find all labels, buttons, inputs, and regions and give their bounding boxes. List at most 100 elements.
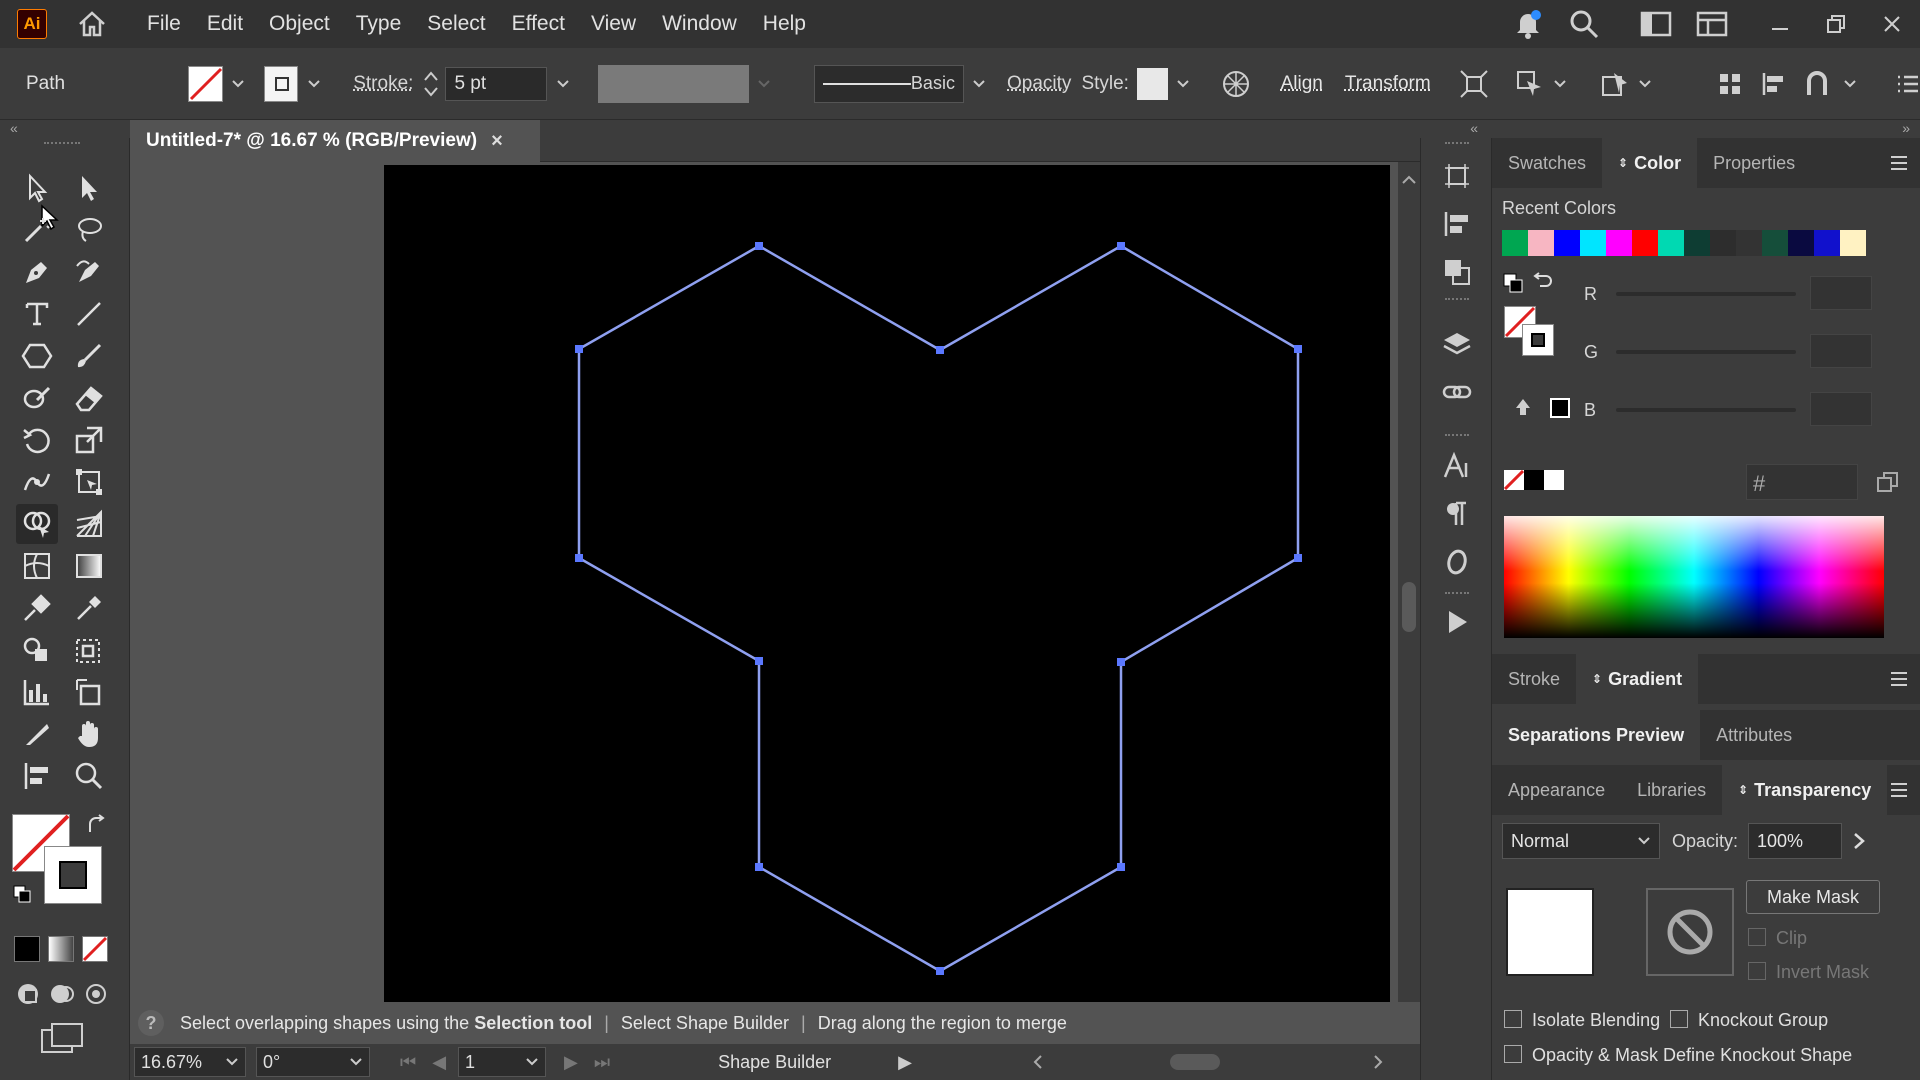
opacity-link[interactable]: Opacity [1007,73,1071,95]
dock-grip[interactable] [1445,142,1469,146]
chevron-down-icon[interactable] [1841,74,1860,94]
paintbrush-tool-icon[interactable] [68,336,110,376]
artboard-tool-icon[interactable] [68,672,110,712]
lasso-tool-icon[interactable] [68,210,110,250]
rotate-tool-icon[interactable] [16,420,58,460]
hand-tool-icon[interactable] [68,714,110,754]
gradient-tool-icon[interactable] [68,546,110,586]
pathfinder-panel-icon[interactable] [1439,254,1475,290]
draw-behind-icon[interactable] [48,980,76,1013]
opacity-slider-toggle-icon[interactable] [1850,831,1868,856]
draw-normal-icon[interactable] [14,980,42,1013]
opacity-input[interactable]: 100% [1748,823,1842,859]
pen-tool-icon[interactable] [16,252,58,292]
default-colors-icon[interactable] [1502,272,1526,296]
stroke-label[interactable]: Stroke: [353,73,413,95]
arrange-documents-icon[interactable] [1690,2,1734,46]
align-link[interactable]: Align [1281,73,1323,95]
edit-path-icon[interactable] [1600,69,1630,99]
recent-color-swatch[interactable] [1788,230,1814,256]
stroke-stepper-icon[interactable] [423,69,439,99]
mask-thumbnail[interactable] [1646,888,1734,976]
canvas[interactable] [130,162,1398,1002]
puppet-warp-tool-icon[interactable] [16,462,58,502]
paragraph-panel-icon[interactable] [1439,496,1475,532]
panels-collapse-icon[interactable]: » [1492,120,1920,138]
dock-grip[interactable] [1445,592,1469,596]
recent-color-swatch[interactable] [1762,230,1788,256]
align-distribute-icon[interactable] [1717,71,1743,97]
actions-panel-icon[interactable] [1439,604,1475,640]
toolbar-grip[interactable] [44,142,80,146]
last-artboard-icon[interactable]: ⏭ [594,1052,610,1073]
color-mode-icon[interactable] [14,936,40,962]
eyedropper-tool-icon[interactable] [68,588,110,628]
menu-effect[interactable]: Effect [512,12,565,36]
scale-tool-icon[interactable] [68,420,110,460]
web-safe-swatch[interactable] [1550,398,1570,418]
color-spectrum[interactable] [1504,516,1884,638]
anchor-point[interactable] [1117,242,1125,250]
anchor-point[interactable] [1117,863,1125,871]
channel-g-slider[interactable] [1616,350,1796,354]
panel-menu-icon[interactable] [1888,152,1910,174]
clip-checkbox[interactable] [1748,928,1766,946]
recent-color-swatch[interactable] [1632,230,1658,256]
recent-color-swatch[interactable] [1658,230,1684,256]
direct-selection-tool-icon[interactable] [68,168,110,208]
menu-select[interactable]: Select [427,12,485,36]
channel-r-input[interactable] [1810,276,1872,310]
recent-color-swatch[interactable] [1684,230,1710,256]
anchor-point[interactable] [575,345,583,353]
first-artboard-icon[interactable]: ⏮ [400,1052,416,1073]
anchor-point[interactable] [755,863,763,871]
restore-icon[interactable] [1814,2,1858,46]
none-mode-icon[interactable] [82,936,108,962]
chevron-down-icon[interactable] [1174,74,1193,94]
tab-color[interactable]: ⇕ Color [1602,138,1698,188]
live-paint-bucket-tool-icon[interactable] [16,630,58,670]
recent-color-swatch[interactable] [1502,230,1528,256]
column-graph-tool-icon[interactable] [16,672,58,712]
tab-libraries[interactable]: Libraries [1621,765,1722,815]
pathfinder-icon[interactable] [1805,70,1835,97]
tab-transparency[interactable]: ⇕ Transparency [1722,765,1888,815]
chevron-down-icon[interactable] [304,74,323,94]
horizontal-scroll-thumb[interactable] [1170,1054,1220,1070]
artboard[interactable] [384,165,1390,1002]
menu-help[interactable]: Help [763,12,806,36]
change-screen-mode-icon[interactable] [40,1022,84,1061]
blend-mode-select[interactable]: Normal [1502,823,1660,859]
mesh-tool-icon[interactable] [16,546,58,586]
stroke-weight-input[interactable]: 5 pt [445,66,548,101]
tab-swatches[interactable]: Swatches [1492,138,1602,188]
panel-menu-icon[interactable] [1888,668,1910,690]
curvature-tool-icon[interactable] [68,252,110,292]
recent-color-swatch[interactable] [1814,230,1840,256]
knockout-group-checkbox[interactable] [1670,1010,1688,1028]
home-icon[interactable] [75,7,109,41]
chevron-down-icon[interactable] [970,74,989,94]
swap-colors-icon[interactable] [1532,272,1554,294]
toolbar-collapse-icon[interactable]: « [0,120,130,138]
none-color-chip[interactable] [1504,470,1524,490]
tab-separations-preview[interactable]: Separations Preview [1492,710,1701,760]
anchor-point[interactable] [1294,345,1302,353]
anchor-point[interactable] [575,554,583,562]
menu-type[interactable]: Type [356,12,402,36]
stroke-swatch[interactable] [263,65,299,102]
eraser-tool-icon[interactable] [68,378,110,418]
recent-color-swatch[interactable] [1580,230,1606,256]
tab-properties[interactable]: Properties [1697,138,1811,188]
path-outline[interactable] [577,244,1300,973]
recent-color-swatch[interactable] [1840,230,1866,256]
isolate-selected-icon[interactable] [1459,69,1489,99]
brush-definition[interactable]: Basic [813,64,964,103]
polygon-tool-icon[interactable] [16,336,58,376]
rotation-select[interactable]: 0° [256,1047,370,1077]
dock-grip[interactable] [1445,298,1469,302]
vertical-scrollbar[interactable] [1398,162,1420,1042]
tab-attributes[interactable]: Attributes [1700,710,1808,760]
variable-width-profile[interactable] [598,64,749,103]
anchor-point[interactable] [755,242,763,250]
